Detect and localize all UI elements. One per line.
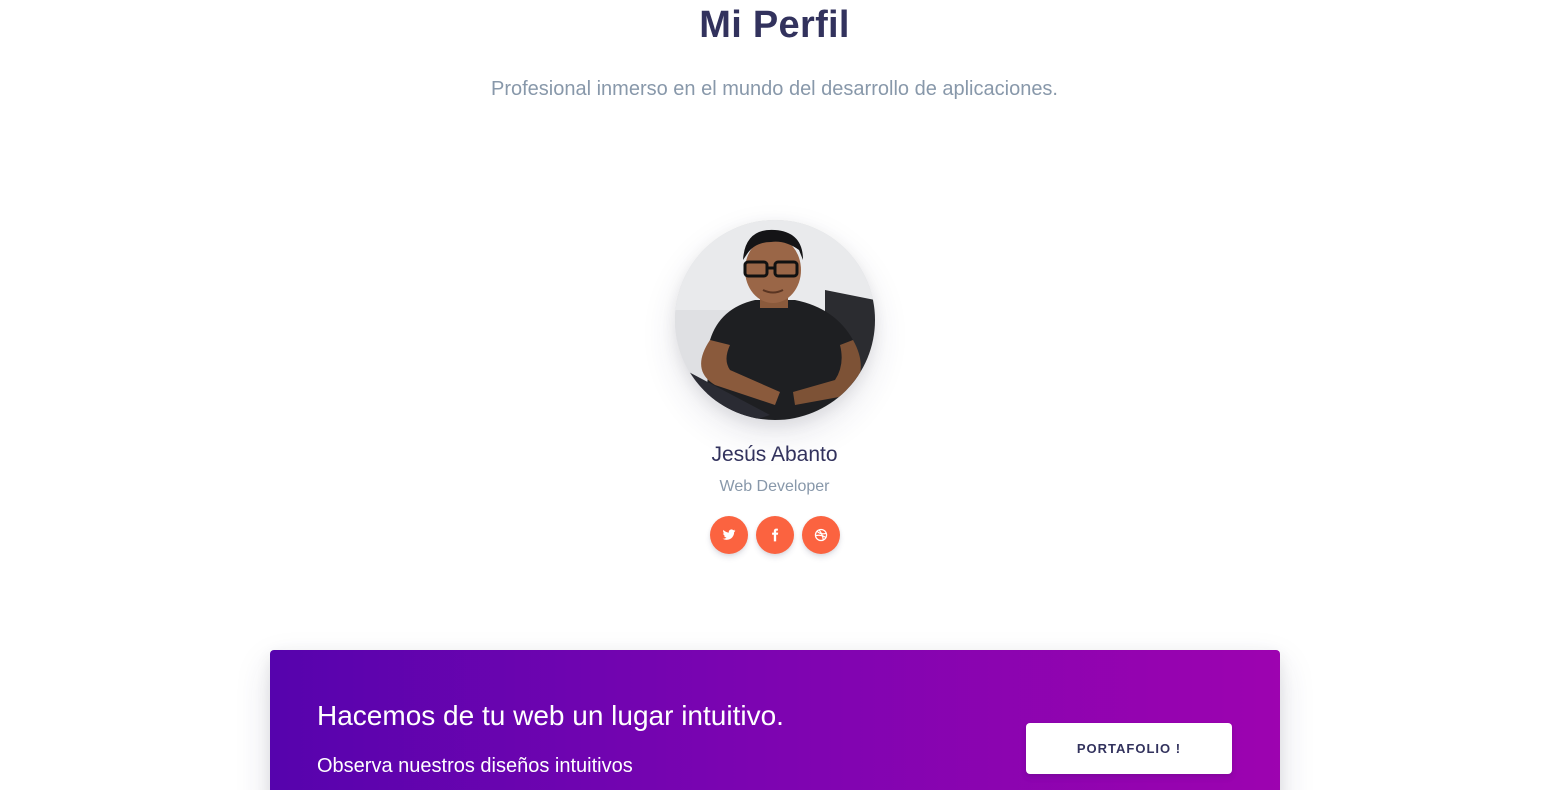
facebook-button[interactable] [756,516,794,554]
banner-title: Hacemos de tu web un lugar intuitivo. [317,700,784,731]
banner-subtitle: Observa nuestros diseños intuitivos [317,755,633,777]
profile-role: Web Developer [719,478,830,495]
dribbble-icon [814,528,828,542]
facebook-icon [772,528,779,542]
twitter-button[interactable] [710,516,748,554]
social-links [710,516,840,554]
portfolio-button[interactable]: PORTAFOLIO ! [1026,723,1232,774]
page-subtitle: Profesional inmerso en el mundo del desa… [491,78,1058,100]
profile-page: Mi Perfil Profesional inmerso en el mund… [0,0,1563,790]
dribbble-button[interactable] [802,516,840,554]
profile-name: Jesús Abanto [711,443,838,466]
page-title: Mi Perfil [699,4,850,46]
profile-photo [675,220,875,420]
twitter-icon [722,529,736,540]
avatar [675,220,875,420]
cta-banner: Hacemos de tu web un lugar intuitivo. Ob… [270,650,1280,790]
